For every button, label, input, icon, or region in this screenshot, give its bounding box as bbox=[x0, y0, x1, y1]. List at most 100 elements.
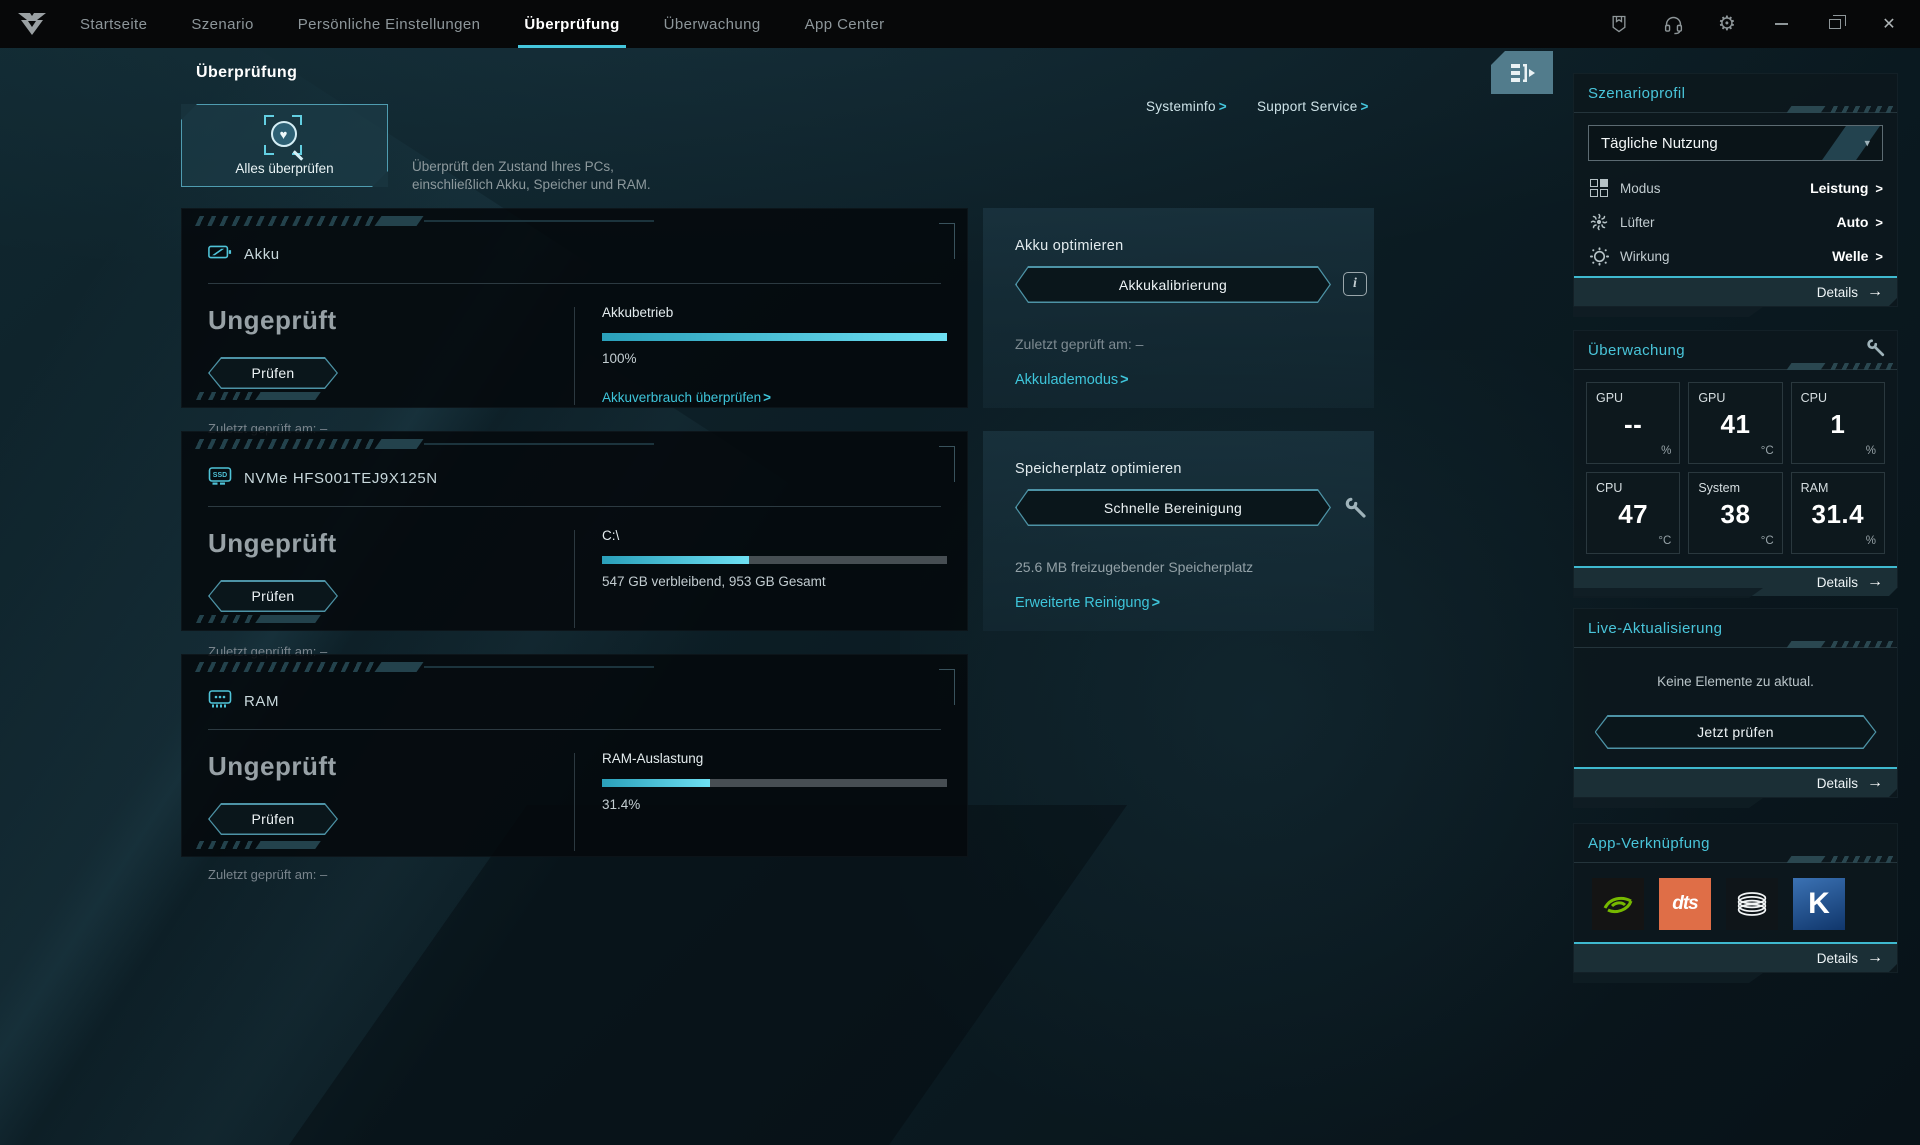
fan-row[interactable]: Lüfter Auto > bbox=[1588, 205, 1883, 239]
chevron-right-icon: > bbox=[1219, 99, 1227, 114]
live-update-details-button[interactable]: Details→ bbox=[1574, 767, 1897, 797]
header-decoration bbox=[1789, 363, 1897, 370]
cpu-temp-tile: CPU 47 °C bbox=[1586, 472, 1680, 554]
advanced-clean-link[interactable]: Erweiterte Reinigung> bbox=[1015, 595, 1160, 611]
disk-usage-bar bbox=[602, 556, 947, 564]
nav-tab-ueberpruefung[interactable]: Überprüfung bbox=[524, 0, 619, 48]
spiral-app-icon[interactable] bbox=[1726, 878, 1778, 930]
wrench-icon bbox=[1343, 495, 1369, 526]
predator-logo-icon bbox=[0, 11, 64, 37]
scenario-profile-panel: Szenarioprofil Tägliche Nutzung ▾ Modus … bbox=[1573, 73, 1898, 307]
headset-icon[interactable] bbox=[1660, 11, 1686, 37]
battery-calibration-button[interactable]: Akkukalibrierung bbox=[1015, 266, 1331, 303]
monitoring-panel: Überwachung GPU -- % GPU 41 °C bbox=[1573, 330, 1898, 588]
fan-icon bbox=[1588, 212, 1610, 232]
scenario-profile-dropdown[interactable]: Tägliche Nutzung ▾ bbox=[1588, 125, 1883, 161]
nav-tab-app-center[interactable]: App Center bbox=[805, 0, 885, 48]
app-window: Startseite Szenario Persönliche Einstell… bbox=[0, 0, 1920, 1145]
battery-optimize-card: Akku optimieren Akkukalibrierung i Zulet… bbox=[983, 208, 1374, 408]
check-all-button[interactable]: ♥ Alles überprüfen bbox=[181, 104, 388, 187]
arrow-right-icon: → bbox=[1867, 284, 1883, 300]
chevron-right-icon: > bbox=[1875, 181, 1883, 196]
scenario-details-button[interactable]: Details→ bbox=[1574, 276, 1897, 306]
nav-tab-persoenliche-einstellungen[interactable]: Persönliche Einstellungen bbox=[298, 0, 481, 48]
quick-links: Systeminfo> Support Service> bbox=[1146, 99, 1369, 114]
support-service-link[interactable]: Support Service> bbox=[1257, 99, 1369, 114]
check-now-button[interactable]: Jetzt prüfen bbox=[1595, 715, 1877, 749]
header-decoration bbox=[1789, 856, 1897, 863]
app-shortcuts-panel: App-Verknüpfung dts bbox=[1573, 823, 1898, 973]
killer-app-icon[interactable]: K bbox=[1793, 878, 1845, 930]
panel-tail bbox=[1573, 798, 1763, 808]
optimize-title: Akku optimieren bbox=[1015, 238, 1123, 254]
metric-label: C:\ bbox=[602, 528, 947, 543]
systeminfo-link[interactable]: Systeminfo> bbox=[1146, 99, 1227, 114]
dts-app-icon[interactable]: dts bbox=[1659, 878, 1711, 930]
last-checked-text: Zuletzt geprüft am: – bbox=[208, 867, 327, 882]
status-text: Ungeprüft bbox=[208, 751, 337, 782]
card-decoration bbox=[192, 615, 318, 623]
metric-label: RAM-Auslastung bbox=[602, 751, 947, 766]
status-text: Ungeprüft bbox=[208, 305, 337, 336]
battery-progress-bar bbox=[602, 333, 947, 341]
wrench-icon[interactable] bbox=[1865, 337, 1887, 364]
status-text: Ungeprüft bbox=[208, 528, 337, 559]
corner-bracket bbox=[939, 446, 955, 482]
check-all-label: Alles überprüfen bbox=[235, 161, 333, 176]
panel-tail bbox=[1573, 588, 1763, 598]
chevron-right-icon: > bbox=[1120, 372, 1128, 388]
title-bar: Startseite Szenario Persönliche Einstell… bbox=[0, 0, 1920, 48]
sidebar-collapse-toggle[interactable] bbox=[1491, 51, 1553, 94]
card-decoration bbox=[192, 841, 318, 849]
battery-usage-link[interactable]: Akkuverbrauch überprüfen> bbox=[602, 390, 947, 405]
chevron-right-icon: > bbox=[1361, 99, 1369, 114]
check-all-description: Überprüft den Zustand Ihres PCs, einschl… bbox=[412, 158, 651, 194]
check-ram-button[interactable]: Prüfen bbox=[208, 803, 338, 835]
info-icon[interactable]: i bbox=[1343, 272, 1367, 296]
battery-charge-mode-link[interactable]: Akkulademodus> bbox=[1015, 372, 1129, 388]
metric-value: 547 GB verbleibend, 953 GB Gesamt bbox=[602, 574, 947, 589]
close-button[interactable]: ✕ bbox=[1876, 11, 1902, 37]
panel-tail bbox=[1573, 973, 1763, 983]
card-decoration bbox=[192, 216, 654, 226]
ram-icon bbox=[208, 689, 232, 714]
check-battery-button[interactable]: Prüfen bbox=[208, 357, 338, 389]
badge-icon[interactable] bbox=[1606, 11, 1632, 37]
metric-value: 100% bbox=[602, 351, 947, 366]
settings-gear-icon[interactable]: ⚙ bbox=[1714, 11, 1740, 37]
effect-row[interactable]: Wirkung Welle > bbox=[1588, 239, 1883, 273]
heart-icon: ♥ bbox=[280, 127, 288, 142]
quick-clean-button[interactable]: Schnelle Bereinigung bbox=[1015, 489, 1331, 526]
panel-title: Szenarioprofil bbox=[1588, 85, 1685, 102]
mode-grid-icon bbox=[1588, 179, 1610, 197]
header-decoration bbox=[1789, 641, 1897, 648]
main-nav: Startseite Szenario Persönliche Einstell… bbox=[80, 0, 885, 48]
maximize-restore-button[interactable] bbox=[1822, 11, 1848, 37]
system-temp-tile: System 38 °C bbox=[1688, 472, 1782, 554]
metric-label: Akkubetrieb bbox=[602, 305, 947, 320]
nav-tab-startseite[interactable]: Startseite bbox=[80, 0, 147, 48]
svg-text:SSD: SSD bbox=[213, 472, 227, 479]
corner-bracket bbox=[939, 669, 955, 705]
ram-usage-tile: RAM 31.4 % bbox=[1791, 472, 1885, 554]
minimize-button[interactable] bbox=[1768, 11, 1794, 37]
mode-row[interactable]: Modus Leistung > bbox=[1588, 171, 1883, 205]
metric-value: 31.4% bbox=[602, 797, 947, 812]
check-storage-button[interactable]: Prüfen bbox=[208, 580, 338, 612]
corner-bracket bbox=[939, 223, 955, 259]
health-scan-icon: ♥ bbox=[264, 115, 306, 155]
panel-title: Live-Aktualisierung bbox=[1588, 620, 1722, 637]
nav-tab-ueberwachung[interactable]: Überwachung bbox=[664, 0, 761, 48]
nvidia-app-icon[interactable] bbox=[1592, 878, 1644, 930]
gpu-temp-tile: GPU 41 °C bbox=[1688, 382, 1782, 464]
nav-tab-szenario[interactable]: Szenario bbox=[191, 0, 253, 48]
page-title: Überprüfung bbox=[196, 64, 297, 82]
card-title: RAM bbox=[244, 693, 279, 710]
arrow-right-icon: → bbox=[1867, 950, 1883, 966]
apps-details-button[interactable]: Details→ bbox=[1574, 942, 1897, 972]
card-title: NVMe HFS001TEJ9X125N bbox=[244, 470, 438, 487]
battery-card: Akku Ungeprüft Prüfen Zuletzt geprüft am… bbox=[181, 208, 968, 408]
battery-icon bbox=[208, 243, 232, 266]
chevron-right-icon: > bbox=[1875, 215, 1883, 230]
live-update-empty-message: Keine Elemente zu aktual. bbox=[1574, 674, 1897, 689]
